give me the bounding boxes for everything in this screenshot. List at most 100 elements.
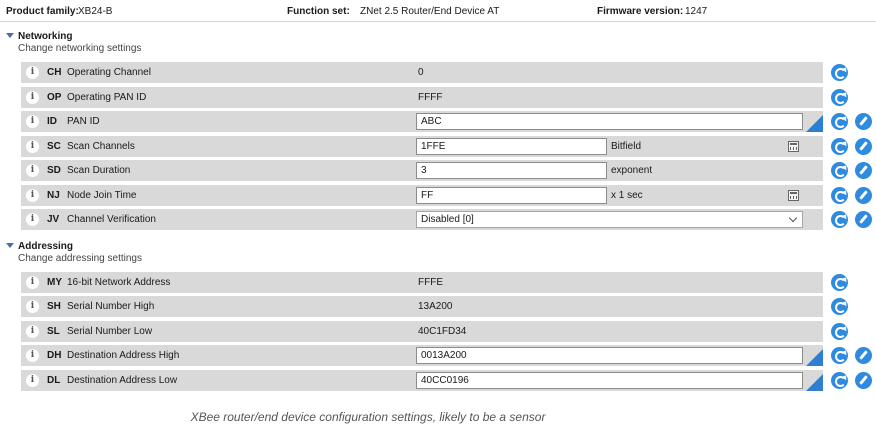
modified-indicator bbox=[806, 349, 823, 366]
setting-name: PAN ID bbox=[67, 116, 100, 127]
setting-code: DH bbox=[47, 350, 62, 361]
setting-code: SL bbox=[47, 326, 60, 337]
pan-id-input[interactable] bbox=[416, 113, 803, 130]
networking-title: Networking bbox=[18, 31, 73, 42]
setting-code: JV bbox=[47, 214, 60, 225]
setting-code: CH bbox=[47, 67, 62, 78]
setting-row-sc: i SC Scan Channels Bitfield bbox=[21, 136, 823, 157]
setting-code: SD bbox=[47, 165, 61, 176]
setting-row-ch: i CH Operating Channel 0 bbox=[21, 62, 823, 83]
info-icon[interactable]: i bbox=[26, 213, 39, 226]
addressing-subtitle: Change addressing settings bbox=[18, 253, 142, 264]
setting-row-sl: i SL Serial Number Low 40C1FD34 bbox=[21, 321, 823, 342]
setting-name: 16-bit Network Address bbox=[67, 277, 171, 288]
info-icon[interactable]: i bbox=[26, 374, 39, 387]
setting-unit: exponent bbox=[611, 165, 653, 176]
write-id-button[interactable] bbox=[855, 113, 872, 130]
firmware-label: Firmware version: bbox=[597, 6, 684, 17]
setting-name: Serial Number Low bbox=[67, 326, 153, 337]
setting-value: 40C1FD34 bbox=[418, 326, 467, 337]
setting-name: Scan Channels bbox=[67, 141, 135, 152]
scan-duration-input[interactable] bbox=[416, 162, 607, 179]
triangle-down-icon[interactable] bbox=[6, 243, 14, 248]
setting-unit: Bitfield bbox=[611, 141, 642, 152]
setting-value: FFFE bbox=[418, 277, 443, 288]
setting-row-dh: i DH Destination Address High bbox=[21, 345, 823, 366]
calculator-icon[interactable] bbox=[788, 190, 799, 201]
networking-subtitle: Change networking settings bbox=[18, 43, 142, 54]
write-sd-button[interactable] bbox=[855, 162, 872, 179]
setting-name: Node Join Time bbox=[67, 190, 137, 201]
info-icon[interactable]: i bbox=[26, 66, 39, 79]
product-family-value: XB24-B bbox=[78, 6, 113, 17]
info-icon[interactable]: i bbox=[26, 140, 39, 153]
info-icon[interactable]: i bbox=[26, 115, 39, 128]
setting-code: OP bbox=[47, 92, 62, 103]
read-sd-button[interactable] bbox=[831, 162, 848, 179]
setting-value: 13A200 bbox=[418, 301, 453, 312]
read-jv-button[interactable] bbox=[831, 211, 848, 228]
device-info-bar: Product family: XB24-B Function set: ZNe… bbox=[0, 0, 876, 22]
calculator-icon[interactable] bbox=[788, 141, 799, 152]
info-icon[interactable]: i bbox=[26, 91, 39, 104]
function-set-label: Function set: bbox=[287, 6, 350, 17]
info-icon[interactable]: i bbox=[26, 276, 39, 289]
info-icon[interactable]: i bbox=[26, 300, 39, 313]
read-sh-button[interactable] bbox=[831, 298, 848, 315]
addressing-title: Addressing bbox=[18, 241, 74, 252]
destination-low-input[interactable] bbox=[416, 372, 803, 389]
setting-name: Destination Address High bbox=[67, 350, 180, 361]
read-op-button[interactable] bbox=[831, 89, 848, 106]
select-value: Disabled [0] bbox=[421, 214, 474, 225]
modified-indicator bbox=[806, 115, 823, 132]
scan-channels-input[interactable] bbox=[416, 138, 607, 155]
setting-code: SC bbox=[47, 141, 61, 152]
setting-value: 0 bbox=[418, 67, 424, 78]
info-icon[interactable]: i bbox=[26, 164, 39, 177]
read-dl-button[interactable] bbox=[831, 372, 848, 389]
setting-name: Channel Verification bbox=[67, 214, 156, 225]
setting-row-nj: i NJ Node Join Time x 1 sec bbox=[21, 185, 823, 206]
info-icon[interactable]: i bbox=[26, 189, 39, 202]
setting-name: Operating PAN ID bbox=[67, 92, 147, 103]
setting-row-sh: i SH Serial Number High 13A200 bbox=[21, 296, 823, 317]
read-id-button[interactable] bbox=[831, 113, 848, 130]
chevron-down-icon bbox=[788, 213, 798, 223]
setting-code: ID bbox=[47, 116, 57, 127]
setting-code: MY bbox=[47, 277, 62, 288]
setting-row-jv: i JV Channel Verification Disabled [0] bbox=[21, 209, 823, 230]
setting-code: SH bbox=[47, 301, 61, 312]
write-dl-button[interactable] bbox=[855, 372, 872, 389]
triangle-down-icon[interactable] bbox=[6, 33, 14, 38]
setting-code: DL bbox=[47, 375, 61, 386]
modified-indicator bbox=[806, 374, 823, 391]
setting-row-dl: i DL Destination Address Low bbox=[21, 370, 823, 391]
setting-row-op: i OP Operating PAN ID FFFF bbox=[21, 87, 823, 108]
destination-high-input[interactable] bbox=[416, 347, 803, 364]
read-sc-button[interactable] bbox=[831, 138, 848, 155]
read-ch-button[interactable] bbox=[831, 64, 848, 81]
read-sl-button[interactable] bbox=[831, 323, 848, 340]
setting-unit: x 1 sec bbox=[611, 190, 643, 201]
read-dh-button[interactable] bbox=[831, 347, 848, 364]
setting-name: Scan Duration bbox=[67, 165, 131, 176]
setting-code: NJ bbox=[47, 190, 60, 201]
setting-name: Destination Address Low bbox=[67, 375, 178, 386]
setting-row-my: i MY 16-bit Network Address FFFE bbox=[21, 272, 823, 293]
figure-caption: XBee router/end device configuration set… bbox=[190, 410, 546, 424]
info-icon[interactable]: i bbox=[26, 325, 39, 338]
write-nj-button[interactable] bbox=[855, 187, 872, 204]
write-jv-button[interactable] bbox=[855, 211, 872, 228]
read-nj-button[interactable] bbox=[831, 187, 848, 204]
node-join-time-input[interactable] bbox=[416, 187, 607, 204]
write-dh-button[interactable] bbox=[855, 347, 872, 364]
setting-value: FFFF bbox=[418, 92, 443, 103]
read-my-button[interactable] bbox=[831, 274, 848, 291]
function-set-value: ZNet 2.5 Router/End Device AT bbox=[360, 6, 500, 17]
write-sc-button[interactable] bbox=[855, 138, 872, 155]
setting-row-id: i ID PAN ID bbox=[21, 111, 823, 132]
info-icon[interactable]: i bbox=[26, 349, 39, 362]
channel-verification-select[interactable]: Disabled [0] bbox=[416, 211, 803, 228]
setting-name: Operating Channel bbox=[67, 67, 151, 78]
product-family-label: Product family: bbox=[6, 6, 79, 17]
